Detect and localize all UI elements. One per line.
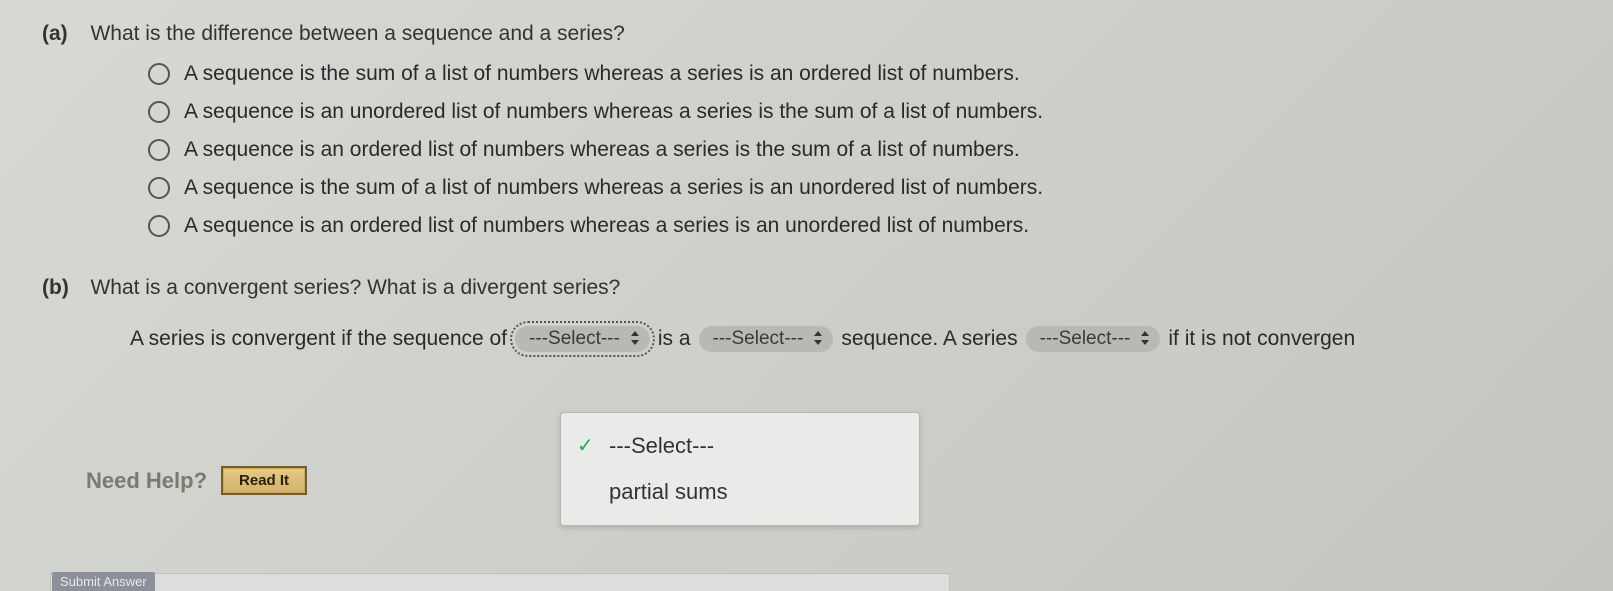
option-text: A sequence is the sum of a list of numbe… (184, 176, 1043, 200)
part-a: (a) What is the difference between a seq… (42, 22, 1613, 238)
sentence-fragment: sequence. A series (841, 327, 1017, 351)
dropdown-item-placeholder[interactable]: ---Select--- (561, 423, 919, 469)
select-dropdown-1[interactable]: ---Select--- (515, 326, 650, 352)
part-a-question: What is the difference between a sequenc… (90, 22, 624, 45)
sentence-fragment: is a (658, 327, 691, 351)
option-row[interactable]: A sequence is the sum of a list of numbe… (148, 62, 1613, 86)
submit-button[interactable]: Submit Answer (52, 572, 155, 591)
select-value: ---Select--- (529, 328, 620, 350)
updown-icon (813, 331, 823, 347)
dropdown-item-label: partial sums (609, 479, 728, 504)
select-dropdown-3[interactable]: ---Select--- (1026, 326, 1161, 352)
question-page: (a) What is the difference between a seq… (0, 0, 1613, 352)
dropdown-item-label: ---Select--- (609, 433, 714, 458)
select-value: ---Select--- (1040, 328, 1131, 350)
need-help-label: Need Help? (86, 468, 207, 494)
option-row[interactable]: A sequence is the sum of a list of numbe… (148, 176, 1613, 200)
dropdown-menu: ---Select--- partial sums (560, 412, 920, 526)
need-help-section: Need Help? Read It (86, 466, 307, 495)
radio-icon[interactable] (148, 63, 170, 85)
radio-icon[interactable] (148, 139, 170, 161)
dropdown-item-partial-sums[interactable]: partial sums (561, 469, 919, 515)
option-row[interactable]: A sequence is an ordered list of numbers… (148, 214, 1613, 238)
option-text: A sequence is the sum of a list of numbe… (184, 62, 1020, 86)
sentence-fragment: A series is convergent if the sequence o… (130, 327, 507, 351)
read-it-button[interactable]: Read It (221, 466, 307, 495)
updown-icon (630, 331, 640, 347)
part-b-question: What is a convergent series? What is a d… (90, 276, 620, 299)
option-row[interactable]: A sequence is an unordered list of numbe… (148, 100, 1613, 124)
option-text: A sequence is an unordered list of numbe… (184, 100, 1043, 124)
radio-icon[interactable] (148, 177, 170, 199)
option-row[interactable]: A sequence is an ordered list of numbers… (148, 138, 1613, 162)
part-a-options: A sequence is the sum of a list of numbe… (148, 62, 1613, 238)
sentence-fragment: if it is not convergen (1168, 327, 1355, 351)
part-b: (b) What is a convergent series? What is… (42, 276, 1613, 352)
radio-icon[interactable] (148, 101, 170, 123)
updown-icon (1140, 331, 1150, 347)
submit-area (50, 573, 950, 591)
radio-icon[interactable] (148, 215, 170, 237)
part-a-label: (a) (42, 22, 86, 46)
option-text: A sequence is an ordered list of numbers… (184, 138, 1020, 162)
fill-sentence: A series is convergent if the sequence o… (130, 326, 1613, 352)
part-b-label: (b) (42, 276, 86, 300)
select-dropdown-2[interactable]: ---Select--- (699, 326, 834, 352)
option-text: A sequence is an ordered list of numbers… (184, 214, 1029, 238)
select-value: ---Select--- (713, 328, 804, 350)
